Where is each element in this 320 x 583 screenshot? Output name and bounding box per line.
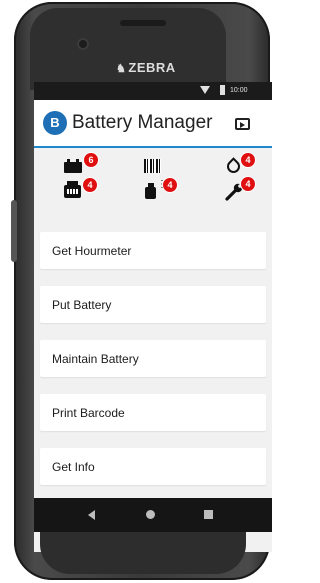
battery-badge: 6: [83, 152, 99, 168]
menu-item-label: Maintain Battery: [52, 352, 139, 366]
water-badge: 4: [240, 152, 256, 168]
page-title: Battery Manager: [72, 112, 213, 133]
status-bar: 10:00: [34, 82, 272, 100]
menu-item-label: Get Hourmeter: [52, 244, 132, 258]
screen: 10:00 B Battery Manager 6 4 4 4: [34, 82, 272, 552]
android-nav-bar: [34, 498, 272, 532]
printer-icon: [64, 181, 81, 198]
battery-icon: [64, 159, 82, 173]
status-time: 10:00: [230, 87, 248, 94]
water-tile[interactable]: 4: [224, 152, 256, 178]
printer-tile[interactable]: 4: [64, 177, 98, 202]
menu-item-label: Get Info: [52, 460, 95, 474]
print-barcode-button[interactable]: Print Barcode: [40, 394, 266, 431]
sprayer-tile[interactable]: 4: [144, 177, 178, 202]
barcode-icon: [144, 159, 161, 173]
get-info-button[interactable]: Get Info: [40, 448, 266, 485]
earpiece-speaker: [120, 20, 166, 26]
status-icon-grid: 6 4 4 4 4: [34, 148, 272, 218]
display-toggle-icon[interactable]: [235, 118, 250, 130]
back-icon[interactable]: [88, 510, 95, 520]
brand-logo: ♞ ZEBRA: [116, 60, 190, 76]
get-hourmeter-button[interactable]: Get Hourmeter: [40, 232, 266, 269]
battery-status-tile[interactable]: 6: [64, 152, 99, 178]
brand-text: ZEBRA: [128, 60, 176, 75]
battery-status-icon: [220, 85, 225, 95]
home-icon[interactable]: [146, 510, 155, 519]
maintain-battery-button[interactable]: Maintain Battery: [40, 340, 266, 377]
device-bottom-bezel: [40, 532, 246, 574]
front-camera: [77, 38, 89, 50]
wrench-tile[interactable]: 4: [225, 176, 256, 202]
zebra-head-icon: ♞: [116, 63, 127, 75]
app-logo-icon: B: [43, 111, 67, 135]
wrench-badge: 4: [240, 176, 256, 192]
side-button-left[interactable]: [11, 200, 17, 262]
put-battery-button[interactable]: Put Battery: [40, 286, 266, 323]
wifi-icon: [200, 86, 210, 94]
menu-item-label: Put Battery: [52, 298, 112, 312]
sprayer-badge: 4: [162, 177, 178, 193]
sprayer-icon: [145, 179, 167, 199]
printer-badge: 4: [82, 177, 98, 193]
menu-item-label: Print Barcode: [52, 406, 125, 420]
recent-apps-icon[interactable]: [204, 510, 213, 519]
barcode-tile[interactable]: [144, 156, 168, 178]
app-bar: B Battery Manager: [34, 100, 272, 148]
